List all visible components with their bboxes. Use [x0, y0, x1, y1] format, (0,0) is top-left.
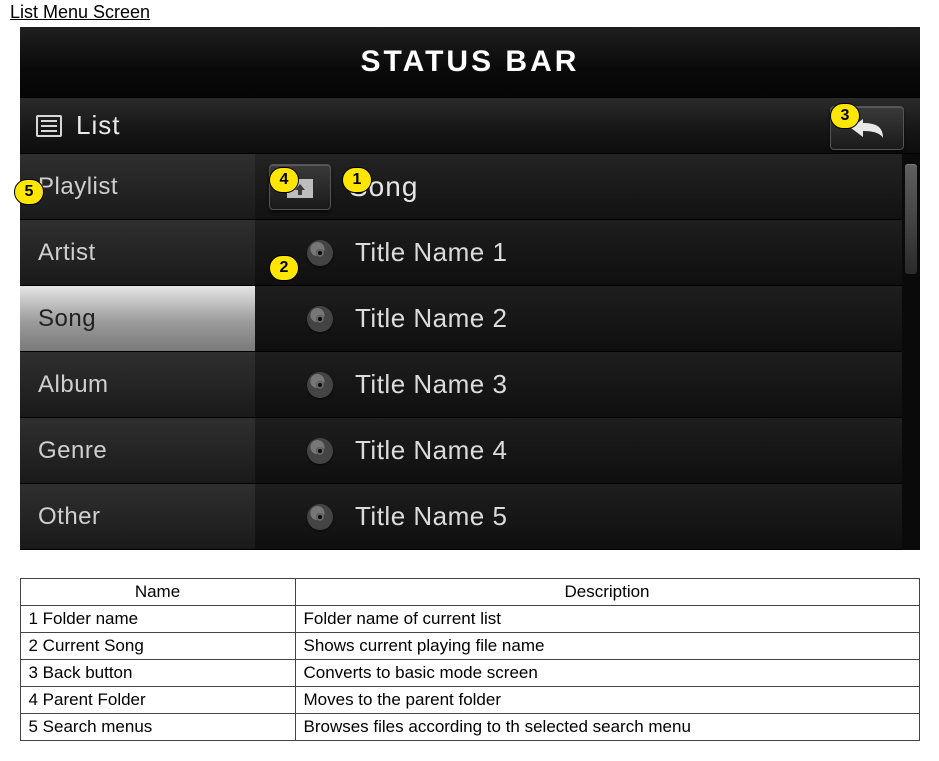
scrollbar-thumb[interactable] [905, 164, 917, 274]
song-icon [307, 240, 333, 266]
callout-2: 2 [269, 255, 299, 281]
table-row: 4 Parent Folder Moves to the parent fold… [20, 687, 919, 714]
track-row[interactable]: Title Name 5 [255, 484, 920, 550]
song-icon [307, 438, 333, 464]
track-title: Title Name 5 [355, 501, 507, 532]
table-row: 1 Folder name Folder name of current lis… [20, 606, 919, 633]
cell-desc: Moves to the parent folder [295, 687, 919, 714]
sidebar-item-genre[interactable]: Genre [20, 418, 255, 484]
callout-3: 3 [830, 103, 860, 129]
status-bar: STATUS BAR [20, 27, 920, 98]
sidebar-item-label: Playlist [38, 173, 118, 201]
table-header-desc: Description [295, 579, 919, 606]
sidebar-item-label: Artist [38, 239, 96, 267]
sidebar-item-other[interactable]: Other [20, 484, 255, 550]
sidebar-item-album[interactable]: Album [20, 352, 255, 418]
track-title: Title Name 2 [355, 303, 507, 334]
callout-5: 5 [14, 179, 44, 205]
search-menu-sidebar: Playlist Artist Song Album Genre Other [20, 154, 255, 550]
cell-desc: Shows current playing file name [295, 633, 919, 660]
cell-desc: Folder name of current list [295, 606, 919, 633]
device-screen: STATUS BAR List Playlist Artist Song Alb… [20, 27, 920, 550]
cell-desc: Browses files according to th selected s… [295, 714, 919, 741]
song-icon [307, 372, 333, 398]
track-title: Title Name 3 [355, 369, 507, 400]
callout-4: 4 [269, 167, 299, 193]
list-header-bar: List [20, 98, 920, 154]
cell-name: 3 Back button [20, 660, 295, 687]
track-title: Title Name 1 [355, 237, 507, 268]
track-row[interactable]: Title Name 2 [255, 286, 920, 352]
sidebar-item-label: Album [38, 371, 109, 399]
list-icon [36, 115, 62, 137]
list-header-label: List [76, 110, 120, 141]
table-header-name: Name [20, 579, 295, 606]
sidebar-item-song[interactable]: Song [20, 286, 255, 352]
sidebar-item-label: Genre [38, 437, 107, 465]
table-row: 2 Current Song Shows current playing fil… [20, 633, 919, 660]
scrollbar[interactable] [902, 154, 920, 550]
track-row[interactable]: Title Name 4 [255, 418, 920, 484]
table-row: 5 Search menus Browses files according t… [20, 714, 919, 741]
sidebar-item-playlist[interactable]: Playlist [20, 154, 255, 220]
cell-name: 1 Folder name [20, 606, 295, 633]
table-row: 3 Back button Converts to basic mode scr… [20, 660, 919, 687]
track-row[interactable]: Title Name 1 [255, 220, 920, 286]
cell-name: 2 Current Song [20, 633, 295, 660]
song-icon [307, 306, 333, 332]
track-row[interactable]: Title Name 3 [255, 352, 920, 418]
sidebar-item-label: Other [38, 503, 101, 531]
cell-desc: Converts to basic mode screen [295, 660, 919, 687]
callout-1: 1 [342, 167, 372, 193]
sidebar-item-artist[interactable]: Artist [20, 220, 255, 286]
content-pane: Song Title Name 1 Title Name 2 Title Nam… [255, 154, 920, 550]
song-icon [307, 504, 333, 530]
page-heading: List Menu Screen [10, 0, 929, 27]
description-table: Name Description 1 Folder name Folder na… [20, 578, 920, 741]
track-title: Title Name 4 [355, 435, 507, 466]
cell-name: 5 Search menus [20, 714, 295, 741]
cell-name: 4 Parent Folder [20, 687, 295, 714]
sidebar-item-label: Song [38, 305, 96, 333]
